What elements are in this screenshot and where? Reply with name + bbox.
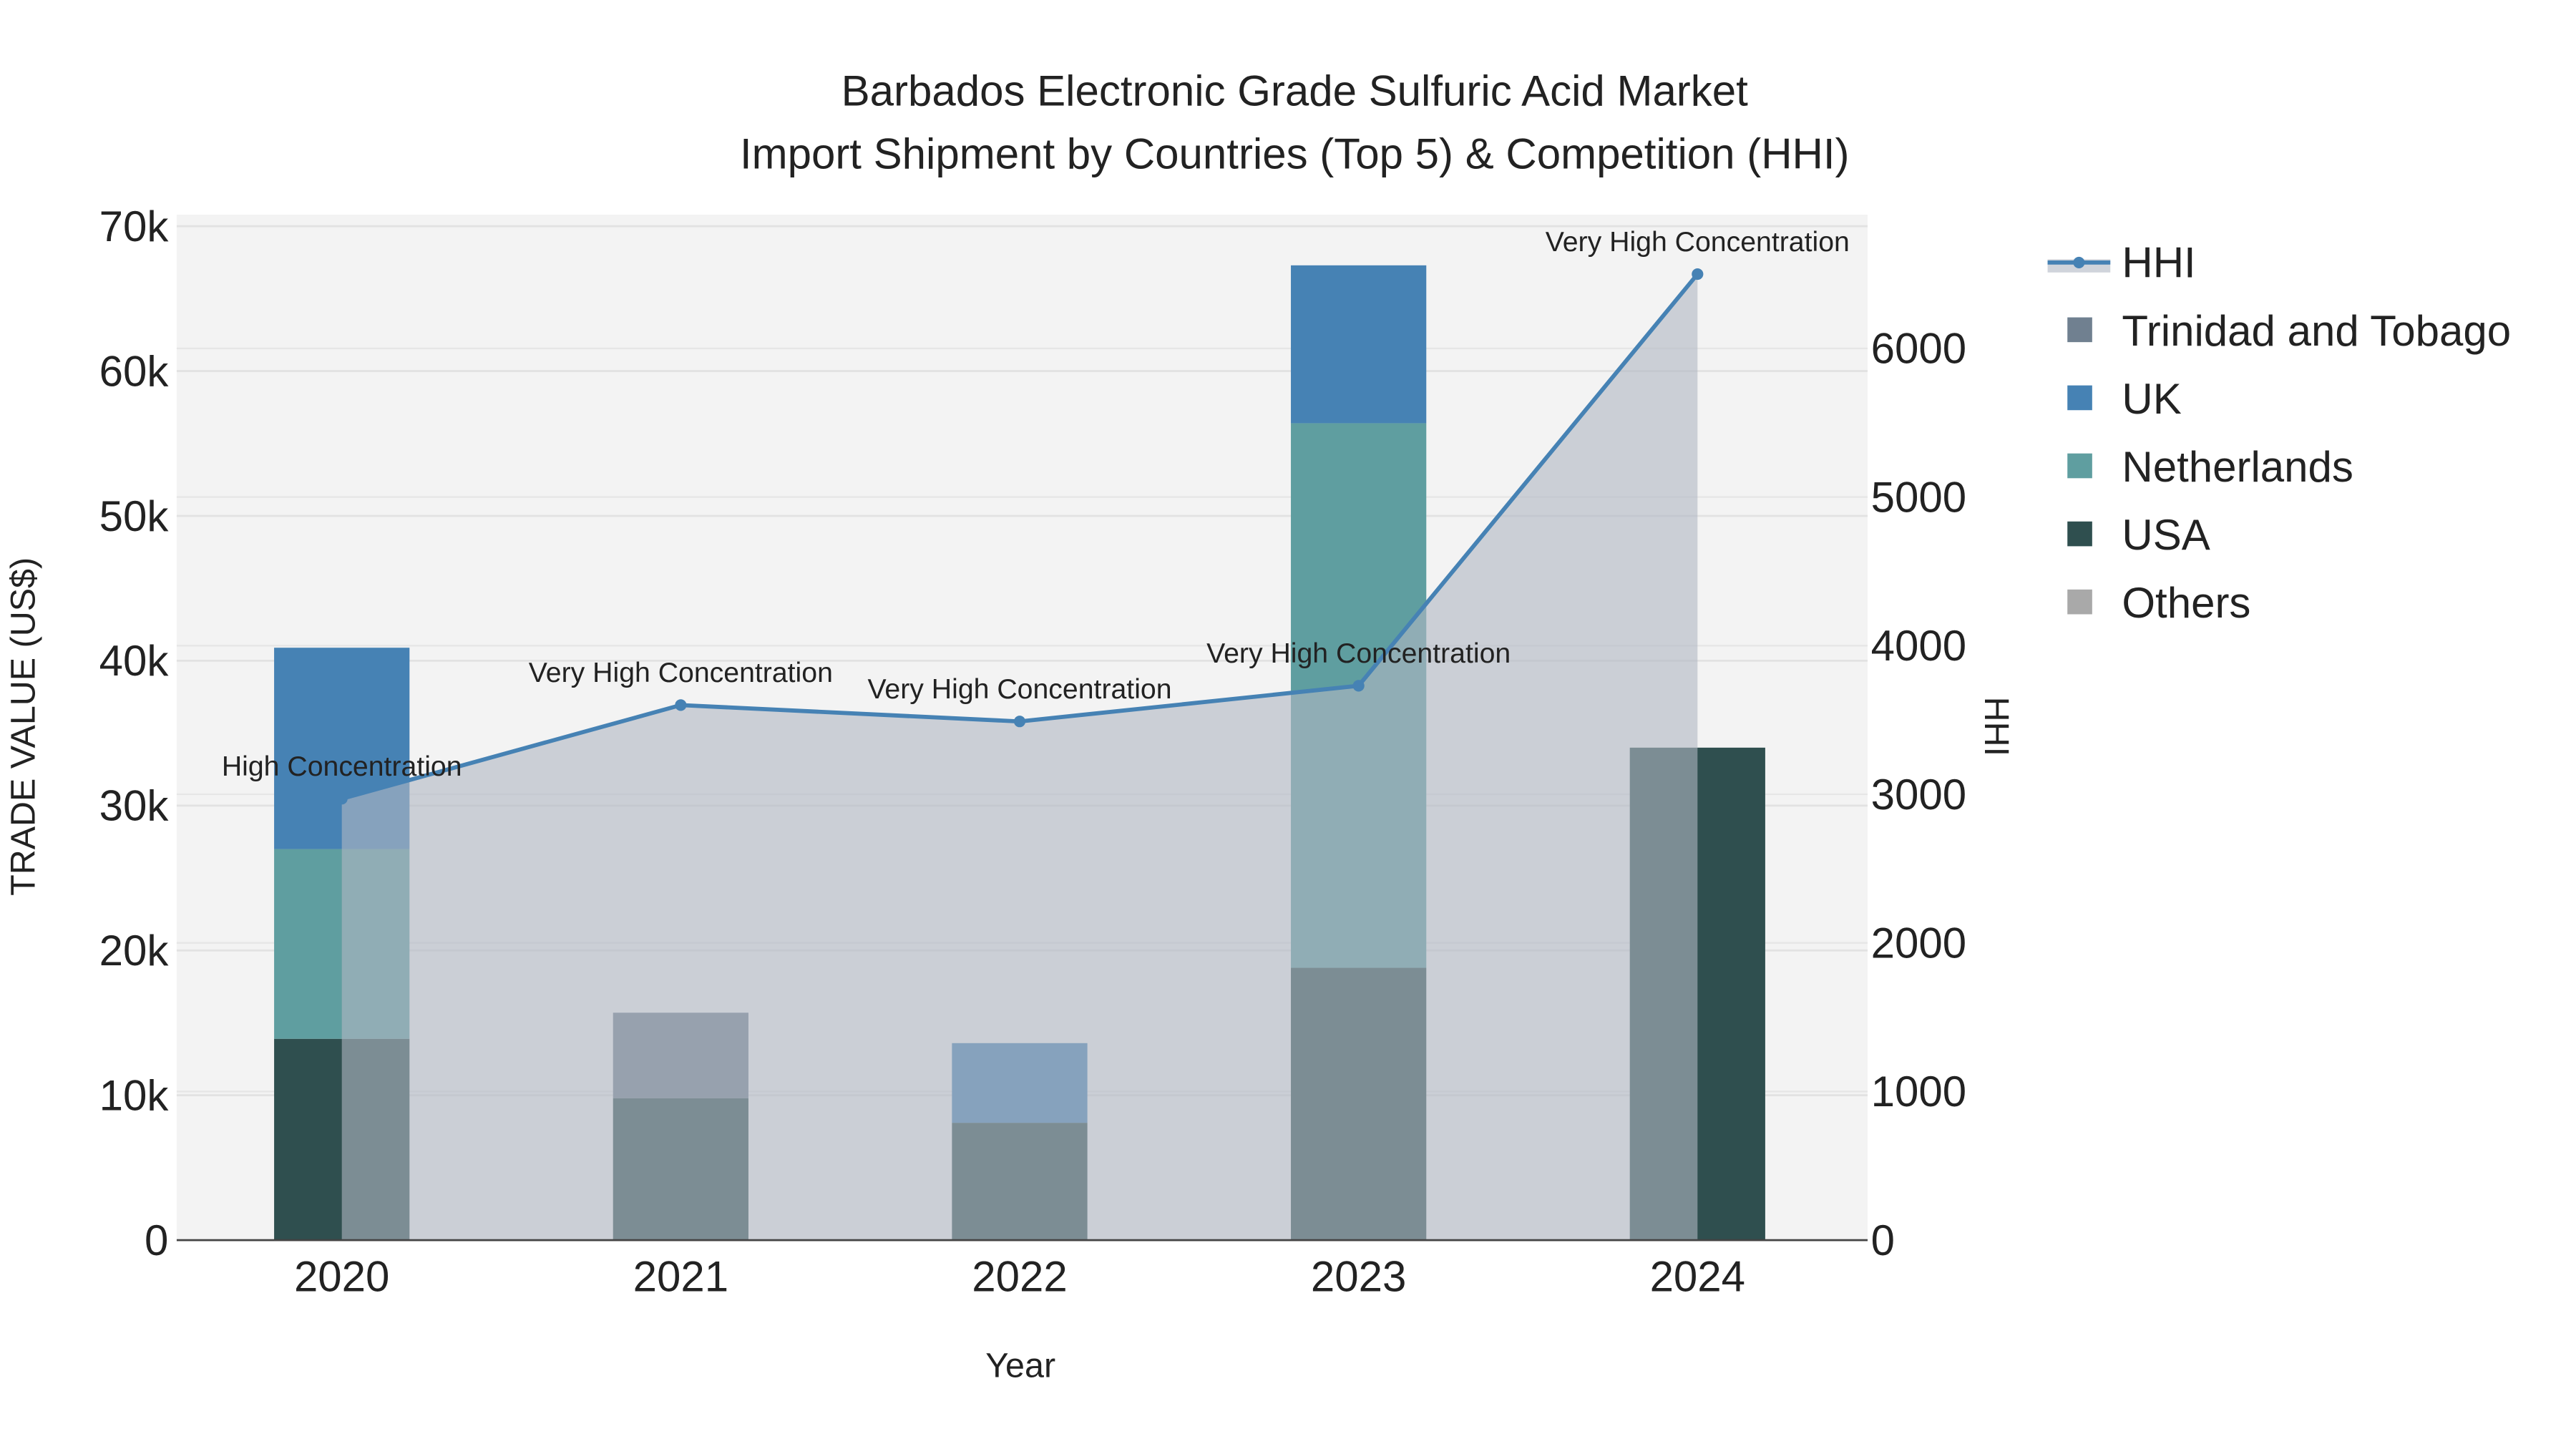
y-tick-label: 0: [145, 1216, 168, 1264]
y2-axis: 0 1000 2000 3000 4000 5000 6000: [1871, 325, 1966, 1264]
x-tick-label: 2023: [1311, 1253, 1406, 1301]
hhi-point: [1352, 680, 1365, 692]
hhi-point: [1692, 268, 1704, 280]
y2-tick-label: 5000: [1871, 473, 1966, 521]
y2-tick-label: 3000: [1871, 771, 1966, 819]
chart-title: Barbados Electronic Grade Sulfuric Acid …: [841, 67, 1749, 115]
hhi-annotation: High Concentration: [222, 751, 462, 782]
bar-uk: [1291, 265, 1427, 424]
legend-hhi-marker-icon: [2073, 256, 2085, 268]
legend-swatch-usa: [2067, 521, 2092, 547]
hhi-point: [675, 699, 687, 711]
hhi-point: [1013, 716, 1026, 728]
legend-label: USA: [2122, 511, 2210, 559]
y-axis: 0 10k 20k 30k 40k 50k 60k 70k: [99, 203, 170, 1264]
x-axis: 2020 2021 2022 2023 2024: [294, 1253, 1745, 1301]
y-tick-label: 60k: [99, 347, 170, 395]
x-tick-label: 2021: [633, 1253, 728, 1301]
y-tick-label: 10k: [99, 1071, 170, 1119]
y2-tick-label: 2000: [1871, 919, 1966, 967]
y-tick-label: 70k: [99, 203, 170, 250]
legend-label: Trinidad and Tobago: [2122, 307, 2511, 355]
y2-tick-label: 4000: [1871, 622, 1966, 670]
y-tick-label: 20k: [99, 927, 170, 975]
legend-label: HHI: [2122, 239, 2195, 287]
y-tick-label: 40k: [99, 637, 170, 685]
legend-swatch-uk: [2067, 385, 2092, 411]
hhi-annotation: Very High Concentration: [529, 657, 833, 688]
y-tick-label: 50k: [99, 492, 170, 540]
y2-tick-label: 0: [1871, 1216, 1895, 1264]
x-tick-label: 2022: [972, 1253, 1067, 1301]
legend-swatch-netherlands: [2067, 453, 2092, 479]
hhi-annotation: Very High Concentration: [867, 673, 1171, 705]
legend-swatch-trinidad-and-tobago: [2067, 317, 2092, 343]
hhi-point: [336, 793, 348, 805]
legend-label: UK: [2122, 375, 2181, 423]
legend-swatch-others: [2067, 589, 2092, 615]
hhi-annotation: Very High Concentration: [1546, 226, 1850, 258]
x-tick-label: 2024: [1650, 1253, 1745, 1301]
legend: HHI Trinidad and Tobago UK Netherlands USA Ot…: [2047, 239, 2511, 627]
x-axis-title: Year: [985, 1347, 1055, 1385]
chart-subtitle: Import Shipment by Countries (Top 5) & C…: [740, 130, 1850, 177]
legend-label: Netherlands: [2122, 443, 2353, 491]
chart: High Concentration Very High Concentratio…: [4, 67, 2511, 1385]
y2-tick-label: 1000: [1871, 1068, 1966, 1116]
y-tick-label: 30k: [99, 782, 170, 830]
x-tick-label: 2020: [294, 1253, 389, 1301]
y2-axis-title: HHI: [1977, 697, 2016, 756]
y2-tick-label: 6000: [1871, 325, 1966, 373]
legend-label: Others: [2122, 579, 2250, 627]
hhi-annotation: Very High Concentration: [1206, 638, 1511, 669]
y-axis-title: TRADE VALUE (US$): [4, 557, 42, 896]
